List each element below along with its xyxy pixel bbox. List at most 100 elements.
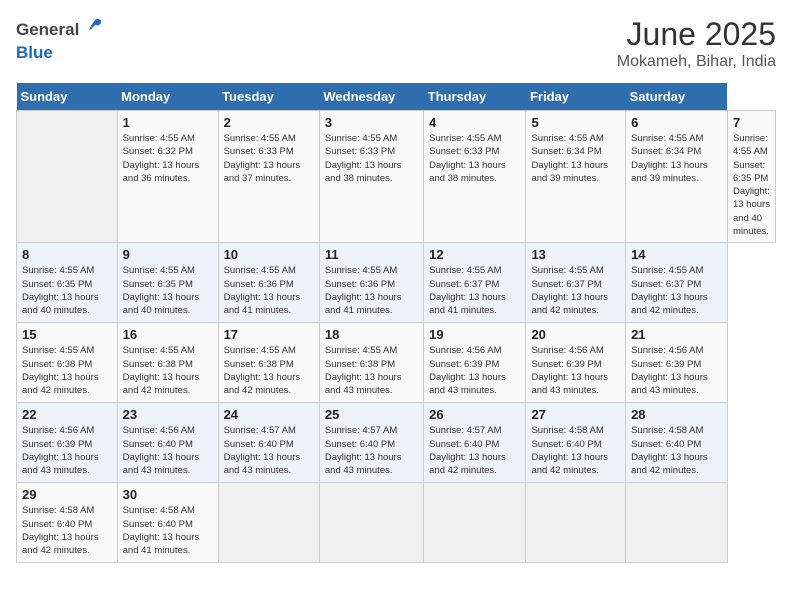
week-row-1: 8 Sunrise: 4:55 AM Sunset: 6:35 PM Daylig… <box>17 243 776 323</box>
day-info: Sunrise: 4:58 AM Sunset: 6:40 PM Dayligh… <box>22 504 112 557</box>
day-info: Sunrise: 4:55 AM Sunset: 6:35 PM Dayligh… <box>733 132 770 238</box>
day-cell-19: 19 Sunrise: 4:56 AM Sunset: 6:39 PM Dayli… <box>424 323 526 403</box>
day-cell-30: 30 Sunrise: 4:58 AM Sunset: 6:40 PM Dayli… <box>117 483 218 563</box>
day-number: 9 <box>123 247 213 262</box>
day-cell-18: 18 Sunrise: 4:55 AM Sunset: 6:38 PM Dayli… <box>319 323 423 403</box>
day-cell-22: 22Sunrise: 4:56 AM Sunset: 6:39 PM Dayli… <box>17 403 118 483</box>
day-number: 8 <box>22 247 112 262</box>
day-info: Sunrise: 4:56 AM Sunset: 6:40 PM Dayligh… <box>123 424 213 477</box>
empty-cell <box>218 483 319 563</box>
day-cell-12: 12 Sunrise: 4:55 AM Sunset: 6:37 PM Dayli… <box>424 243 526 323</box>
day-info: Sunrise: 4:56 AM Sunset: 6:39 PM Dayligh… <box>531 344 620 397</box>
day-cell-15: 15 Sunrise: 4:55 AM Sunset: 6:38 PM Dayli… <box>17 323 118 403</box>
day-info: Sunrise: 4:55 AM Sunset: 6:35 PM Dayligh… <box>123 264 213 317</box>
day-number: 16 <box>123 327 213 342</box>
day-number: 14 <box>631 247 722 262</box>
day-info: Sunrise: 4:55 AM Sunset: 6:38 PM Dayligh… <box>123 344 213 397</box>
header-tuesday: Tuesday <box>218 83 319 111</box>
day-number: 30 <box>123 487 213 502</box>
day-info: Sunrise: 4:55 AM Sunset: 6:37 PM Dayligh… <box>429 264 520 317</box>
day-number: 12 <box>429 247 520 262</box>
day-info: Sunrise: 4:56 AM Sunset: 6:39 PM Dayligh… <box>22 424 112 477</box>
empty-cell <box>17 111 118 243</box>
calendar-subtitle: Mokameh, Bihar, India <box>617 53 776 71</box>
week-row-2: 15 Sunrise: 4:55 AM Sunset: 6:38 PM Dayli… <box>17 323 776 403</box>
week-row-0: 1 Sunrise: 4:55 AM Sunset: 6:32 PM Daylig… <box>17 111 776 243</box>
day-number: 27 <box>531 407 620 422</box>
day-cell-6: 6 Sunrise: 4:55 AM Sunset: 6:34 PM Daylig… <box>626 111 728 243</box>
day-cell-17: 17Sunrise: 4:55 AM Sunset: 6:38 PM Dayli… <box>218 323 319 403</box>
day-info: Sunrise: 4:55 AM Sunset: 6:35 PM Dayligh… <box>22 264 112 317</box>
empty-cell <box>319 483 423 563</box>
empty-cell <box>424 483 526 563</box>
day-info: Sunrise: 4:58 AM Sunset: 6:40 PM Dayligh… <box>123 504 213 557</box>
day-cell-14: 14Sunrise: 4:55 AM Sunset: 6:37 PM Dayli… <box>626 243 728 323</box>
day-info: Sunrise: 4:57 AM Sunset: 6:40 PM Dayligh… <box>224 424 314 477</box>
week-row-4: 29 Sunrise: 4:58 AM Sunset: 6:40 PM Dayli… <box>17 483 776 563</box>
day-info: Sunrise: 4:55 AM Sunset: 6:36 PM Dayligh… <box>224 264 314 317</box>
day-cell-26: 26Sunrise: 4:57 AM Sunset: 6:40 PM Dayli… <box>424 403 526 483</box>
day-info: Sunrise: 4:55 AM Sunset: 6:33 PM Dayligh… <box>429 132 520 185</box>
day-cell-11: 11Sunrise: 4:55 AM Sunset: 6:36 PM Dayli… <box>319 243 423 323</box>
day-number: 15 <box>22 327 112 342</box>
header-sunday: Sunday <box>17 83 118 111</box>
day-number: 11 <box>325 247 418 262</box>
day-cell-3: 3Sunrise: 4:55 AM Sunset: 6:33 PM Daylig… <box>319 111 423 243</box>
day-number: 18 <box>325 327 418 342</box>
day-info: Sunrise: 4:55 AM Sunset: 6:37 PM Dayligh… <box>531 264 620 317</box>
day-info: Sunrise: 4:57 AM Sunset: 6:40 PM Dayligh… <box>325 424 418 477</box>
day-number: 26 <box>429 407 520 422</box>
day-cell-20: 20 Sunrise: 4:56 AM Sunset: 6:39 PM Dayli… <box>526 323 626 403</box>
calendar-title: June 2025 <box>617 16 776 53</box>
empty-cell <box>626 483 728 563</box>
day-number: 7 <box>733 115 770 130</box>
day-number: 20 <box>531 327 620 342</box>
logo: General Blue <box>16 16 103 63</box>
day-number: 28 <box>631 407 722 422</box>
day-info: Sunrise: 4:55 AM Sunset: 6:38 PM Dayligh… <box>22 344 112 397</box>
day-number: 23 <box>123 407 213 422</box>
day-cell-23: 23 Sunrise: 4:56 AM Sunset: 6:40 PM Dayli… <box>117 403 218 483</box>
header-wednesday: Wednesday <box>319 83 423 111</box>
day-number: 19 <box>429 327 520 342</box>
day-number: 25 <box>325 407 418 422</box>
page-header: General Blue June 2025 Mokameh, Bihar, I… <box>16 16 776 71</box>
day-number: 4 <box>429 115 520 130</box>
day-cell-16: 16 Sunrise: 4:55 AM Sunset: 6:38 PM Dayli… <box>117 323 218 403</box>
day-cell-8: 8 Sunrise: 4:55 AM Sunset: 6:35 PM Daylig… <box>17 243 118 323</box>
week-row-3: 22Sunrise: 4:56 AM Sunset: 6:39 PM Dayli… <box>17 403 776 483</box>
logo-blue: Blue <box>16 43 53 62</box>
header-saturday: Saturday <box>626 83 728 111</box>
day-cell-1: 1 Sunrise: 4:55 AM Sunset: 6:32 PM Daylig… <box>117 111 218 243</box>
logo-bird-icon <box>81 16 103 43</box>
day-number: 6 <box>631 115 722 130</box>
day-info: Sunrise: 4:56 AM Sunset: 6:39 PM Dayligh… <box>429 344 520 397</box>
day-number: 10 <box>224 247 314 262</box>
day-cell-24: 24 Sunrise: 4:57 AM Sunset: 6:40 PM Dayli… <box>218 403 319 483</box>
day-info: Sunrise: 4:55 AM Sunset: 6:32 PM Dayligh… <box>123 132 213 185</box>
header-row: SundayMondayTuesdayWednesdayThursdayFrid… <box>17 83 776 111</box>
day-number: 29 <box>22 487 112 502</box>
header-thursday: Thursday <box>424 83 526 111</box>
day-cell-10: 10 Sunrise: 4:55 AM Sunset: 6:36 PM Dayli… <box>218 243 319 323</box>
day-info: Sunrise: 4:55 AM Sunset: 6:33 PM Dayligh… <box>325 132 418 185</box>
day-number: 24 <box>224 407 314 422</box>
day-cell-9: 9 Sunrise: 4:55 AM Sunset: 6:35 PM Daylig… <box>117 243 218 323</box>
day-info: Sunrise: 4:55 AM Sunset: 6:38 PM Dayligh… <box>325 344 418 397</box>
day-cell-25: 25 Sunrise: 4:57 AM Sunset: 6:40 PM Dayli… <box>319 403 423 483</box>
day-cell-29: 29 Sunrise: 4:58 AM Sunset: 6:40 PM Dayli… <box>17 483 118 563</box>
day-cell-27: 27 Sunrise: 4:58 AM Sunset: 6:40 PM Dayli… <box>526 403 626 483</box>
day-info: Sunrise: 4:55 AM Sunset: 6:34 PM Dayligh… <box>631 132 722 185</box>
logo-general: General <box>16 20 79 40</box>
day-info: Sunrise: 4:58 AM Sunset: 6:40 PM Dayligh… <box>531 424 620 477</box>
day-cell-13: 13Sunrise: 4:55 AM Sunset: 6:37 PM Dayli… <box>526 243 626 323</box>
header-friday: Friday <box>526 83 626 111</box>
day-info: Sunrise: 4:58 AM Sunset: 6:40 PM Dayligh… <box>631 424 722 477</box>
day-number: 1 <box>123 115 213 130</box>
day-number: 21 <box>631 327 722 342</box>
day-cell-7: 7 Sunrise: 4:55 AM Sunset: 6:35 PM Daylig… <box>727 111 775 243</box>
day-info: Sunrise: 4:56 AM Sunset: 6:39 PM Dayligh… <box>631 344 722 397</box>
title-block: June 2025 Mokameh, Bihar, India <box>617 16 776 71</box>
day-number: 2 <box>224 115 314 130</box>
day-cell-5: 5Sunrise: 4:55 AM Sunset: 6:34 PM Daylig… <box>526 111 626 243</box>
